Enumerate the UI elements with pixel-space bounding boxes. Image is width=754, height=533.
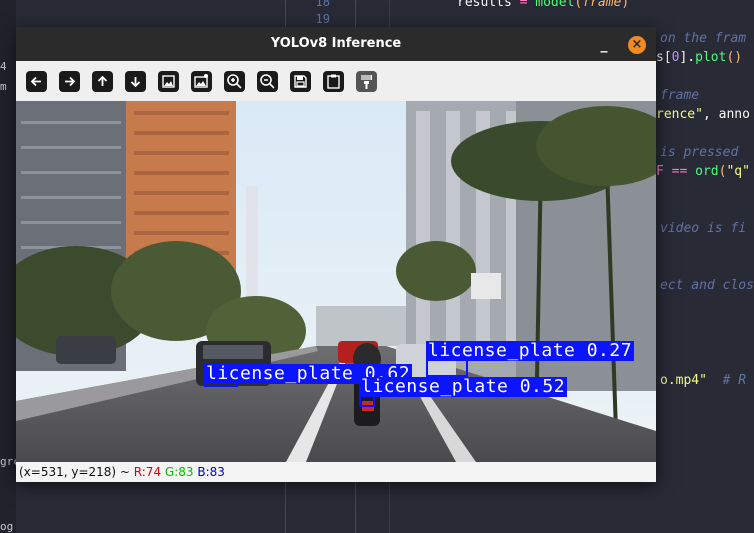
detection-label: license_plate 0.52	[359, 376, 568, 397]
clipboard-icon	[323, 71, 344, 92]
save-image-button[interactable]	[289, 70, 312, 93]
cursor-coordinates: (x=531, y=218) ~	[19, 465, 134, 479]
zoom-out-button[interactable]	[256, 70, 279, 93]
side-panel: 4 m	[0, 0, 16, 533]
side-panel-text: og	[0, 520, 14, 533]
zoom-out-icon	[257, 71, 278, 92]
pixel-blue-value: B:83	[197, 465, 225, 479]
paintbrush-icon	[356, 71, 377, 92]
code-comment[interactable]: frame	[660, 88, 699, 103]
arrow-down-icon	[125, 71, 146, 92]
code-line[interactable]: s[0].plot()	[656, 50, 742, 65]
code-comment[interactable]: is pressed	[660, 145, 738, 160]
code-comment[interactable]: ect and clos	[660, 278, 754, 293]
zoom-in-button[interactable]	[223, 70, 246, 93]
properties-button[interactable]	[355, 70, 378, 93]
toolbar	[16, 61, 656, 101]
code-line[interactable]: rence", anno	[656, 107, 750, 122]
image-fit-icon	[158, 71, 179, 92]
pan-up-button[interactable]	[91, 70, 114, 93]
code-line[interactable]: F == ord("q"	[656, 164, 750, 179]
code-line[interactable]: results = model(frame)	[457, 0, 629, 10]
image-original-icon	[191, 71, 212, 92]
code-comment[interactable]: video is fi	[660, 221, 746, 236]
code-comment[interactable]: on the fram	[660, 31, 746, 46]
window-title: YOLOv8 Inference	[270, 36, 402, 51]
line-number: 19	[315, 12, 330, 26]
window-titlebar[interactable]: YOLOv8 Inference _ ×	[16, 27, 656, 61]
status-bar: (x=531, y=218) ~ R:74 G:83 B:83	[16, 462, 656, 482]
pan-down-button[interactable]	[124, 70, 147, 93]
copy-clipboard-button[interactable]	[322, 70, 345, 93]
video-frame[interactable]: license_plate 0.27 license_plate 0.62 li…	[16, 101, 656, 462]
arrow-right-icon	[59, 71, 80, 92]
zoom-fit-button[interactable]	[157, 70, 180, 93]
inference-window: YOLOv8 Inference _ × license_plate 0.27 …	[16, 27, 656, 482]
close-button[interactable]: ×	[628, 36, 646, 54]
arrow-left-icon	[26, 71, 47, 92]
line-number: 18	[315, 0, 330, 9]
pixel-green-value: G:83	[164, 465, 194, 479]
arrow-up-icon	[92, 71, 113, 92]
minimize-button[interactable]: _	[596, 37, 612, 53]
side-panel-text: m	[0, 80, 7, 93]
zoom-original-button[interactable]	[190, 70, 213, 93]
save-icon	[290, 71, 311, 92]
pixel-red-value: R:74	[133, 465, 162, 479]
zoom-in-icon	[224, 71, 245, 92]
pan-left-button[interactable]	[25, 70, 48, 93]
pan-right-button[interactable]	[58, 70, 81, 93]
street-scene-image	[16, 101, 656, 462]
code-line[interactable]: o.mp4" # R	[660, 373, 746, 388]
detection-label: license_plate 0.27	[426, 340, 635, 361]
side-panel-text: 4	[0, 60, 7, 73]
